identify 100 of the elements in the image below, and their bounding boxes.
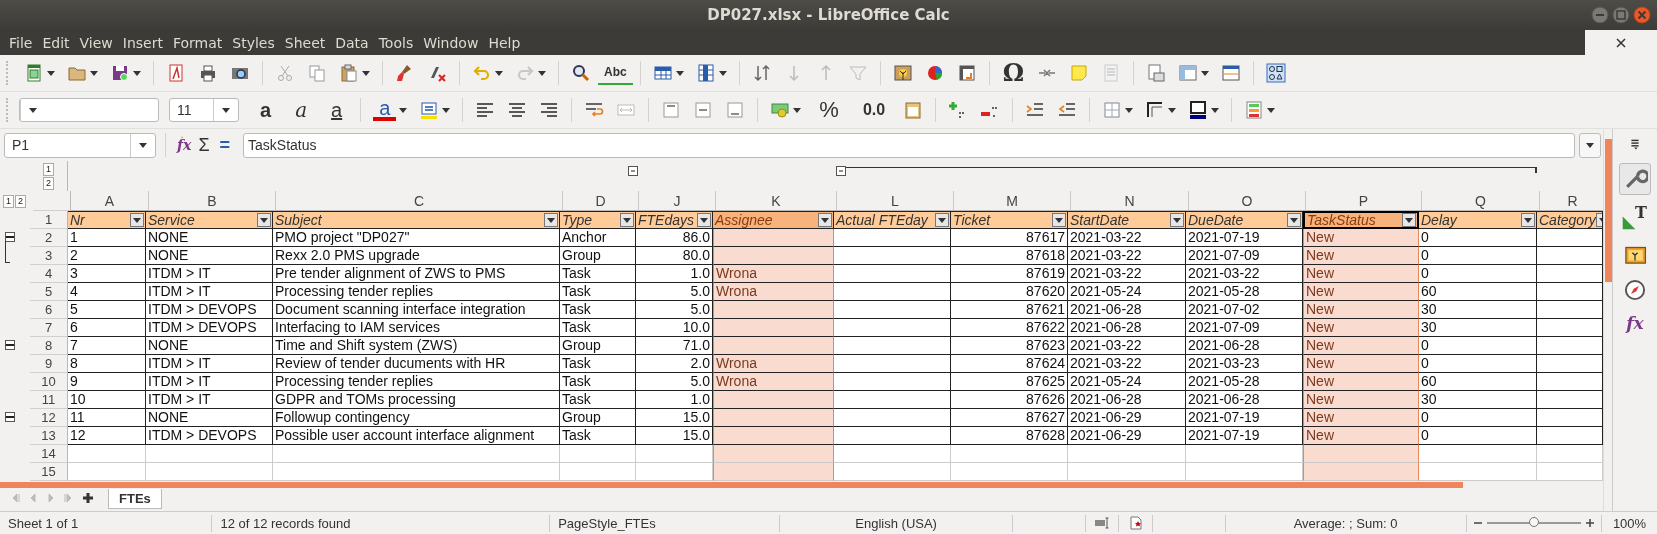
row-header[interactable]: 3 [30, 247, 68, 265]
filter-button[interactable] [1170, 213, 1184, 227]
paste-icon[interactable] [339, 63, 359, 83]
table-columns-icon[interactable] [695, 63, 716, 83]
align-center-icon[interactable] [507, 100, 528, 120]
collapse-toggle[interactable] [628, 166, 638, 176]
filter-button[interactable] [818, 213, 832, 227]
filter-button[interactable] [544, 213, 558, 227]
underline-button[interactable]: a [325, 99, 349, 121]
scrollbar-thumb[interactable] [0, 482, 1463, 488]
special-character-button[interactable]: Ω [996, 62, 1031, 84]
search-icon[interactable] [571, 63, 591, 83]
filter-button[interactable] [620, 213, 634, 227]
outline-level-button[interactable]: 2 [43, 176, 54, 190]
caret-icon[interactable] [1524, 217, 1532, 223]
row-header[interactable]: 14 [30, 445, 68, 463]
row-header[interactable]: 10 [30, 373, 68, 391]
filter-button[interactable] [935, 213, 949, 227]
column-header[interactable]: Q [1422, 191, 1540, 211]
pivot-table-icon[interactable] [956, 63, 977, 83]
align-right-icon[interactable] [539, 100, 560, 120]
sum-button[interactable]: Σ [195, 134, 213, 156]
caret-icon[interactable] [399, 107, 408, 113]
filter-button[interactable] [1052, 213, 1066, 227]
menu-item[interactable]: Window [418, 34, 484, 51]
image-icon[interactable] [892, 63, 913, 83]
caret-icon[interactable] [1405, 217, 1413, 223]
filter-button[interactable] [257, 213, 271, 227]
row-header[interactable]: 11 [30, 391, 68, 409]
column-header[interactable]: M [954, 191, 1071, 211]
menu-item[interactable]: View [74, 34, 118, 51]
spreadsheet-icon[interactable] [24, 63, 44, 83]
function-wizard-button[interactable]: fx [177, 137, 192, 153]
align-middle-icon[interactable] [693, 100, 714, 120]
menu-item[interactable]: Sheet [279, 34, 331, 51]
filter-button[interactable] [1402, 213, 1416, 227]
name-box[interactable]: P1 [4, 132, 156, 158]
align-top-icon[interactable] [661, 100, 682, 120]
table-rows-icon[interactable] [652, 63, 673, 83]
print-area-icon[interactable] [1146, 63, 1167, 83]
caret-icon[interactable] [260, 217, 268, 223]
menu-item[interactable]: Styles [227, 34, 280, 51]
caret-icon[interactable] [90, 70, 98, 76]
formula-button[interactable]: = [216, 134, 234, 156]
split-window-icon[interactable] [1221, 63, 1242, 83]
caret-icon[interactable] [938, 217, 946, 223]
caret-icon[interactable] [1173, 217, 1181, 223]
caret-icon[interactable] [362, 70, 370, 76]
caret-icon[interactable] [623, 217, 631, 223]
column-header[interactable]: J [639, 191, 716, 211]
zoom-level[interactable]: 100% [1602, 514, 1657, 532]
row-header[interactable]: 8 [30, 337, 68, 355]
menu-item[interactable]: Data [330, 34, 374, 51]
align-left-icon[interactable] [475, 100, 496, 120]
maximize-icon[interactable] [1612, 6, 1630, 24]
calendar-icon[interactable] [903, 100, 924, 120]
caret-icon[interactable] [1290, 217, 1298, 223]
caret-icon[interactable] [675, 70, 684, 76]
caret-icon[interactable] [1586, 142, 1594, 148]
border-color-icon[interactable] [1188, 100, 1209, 120]
caret-icon[interactable] [139, 142, 147, 148]
collapse-toggle[interactable] [5, 340, 15, 350]
number-format-button[interactable]: 0.0 [856, 99, 892, 121]
caret-icon[interactable] [1168, 107, 1177, 113]
caret-icon[interactable] [133, 217, 141, 223]
font-size-field[interactable]: 11 [169, 98, 239, 122]
column-header[interactable]: C [276, 191, 563, 211]
zoom-slider-thumb[interactable] [1528, 517, 1539, 527]
filter-button[interactable] [130, 213, 144, 227]
sheet-tab[interactable]: FTEs [108, 489, 162, 509]
filter-button[interactable] [697, 213, 711, 227]
caret-icon[interactable] [495, 70, 503, 76]
outline-level-button[interactable]: 1 [43, 162, 54, 176]
sort-icon[interactable] [751, 63, 772, 83]
caret-icon[interactable] [1267, 107, 1276, 113]
column-header[interactable]: K [716, 191, 837, 211]
column-header[interactable]: A [71, 191, 149, 211]
add-sheet-icon[interactable] [82, 492, 94, 504]
row-header[interactable]: 15 [30, 463, 68, 481]
menu-item[interactable]: Tools [373, 34, 419, 51]
align-bottom-icon[interactable] [725, 100, 746, 120]
column-header[interactable]: D [563, 191, 639, 211]
row-header[interactable]: 1 [30, 211, 68, 229]
highlight-icon[interactable] [419, 100, 440, 120]
caret-icon[interactable] [222, 107, 230, 113]
collapse-toggle[interactable] [5, 232, 15, 242]
minimize-icon[interactable] [1591, 6, 1609, 24]
menu-item[interactable]: Help [483, 34, 526, 51]
outline-level-button[interactable]: 2 [15, 194, 26, 208]
caret-icon[interactable] [1055, 217, 1063, 223]
formula-input[interactable]: TaskStatus [243, 132, 1575, 158]
menu-item[interactable]: Insert [117, 34, 168, 51]
shapes-icon[interactable] [1266, 63, 1287, 83]
column-header[interactable]: B [149, 191, 276, 211]
caret-icon[interactable] [793, 107, 802, 113]
row-header[interactable]: 2 [30, 229, 68, 247]
caret-icon[interactable] [821, 217, 829, 223]
caret-icon[interactable] [700, 217, 708, 223]
bold-button[interactable]: a [254, 99, 278, 121]
row-header[interactable]: 13 [30, 427, 68, 445]
